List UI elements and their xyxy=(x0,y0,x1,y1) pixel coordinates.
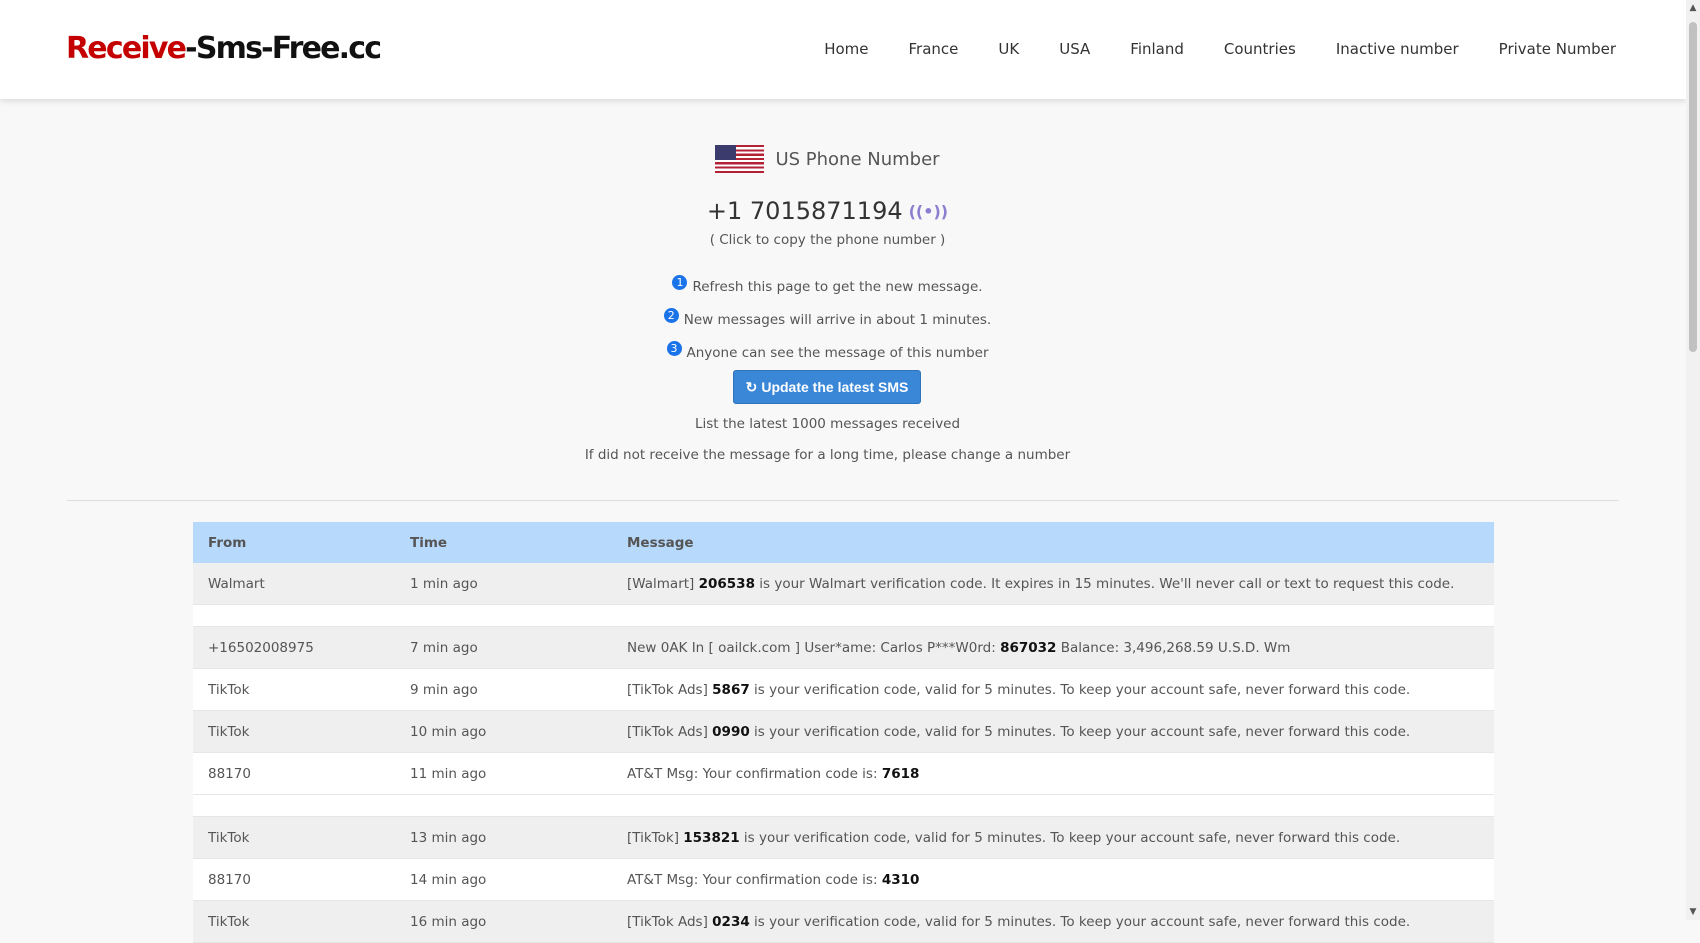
row-time: 14 min ago xyxy=(410,871,487,888)
site-logo[interactable]: Receive-Sms-Free.cc xyxy=(66,31,382,66)
step-text: Anyone can see the message of this numbe… xyxy=(686,344,989,361)
sms-table: From Time Message Walmart 1 min ago [Wal… xyxy=(193,522,1494,943)
row-from: TikTok xyxy=(208,913,250,930)
number-title-row: US Phone Number xyxy=(0,145,1655,173)
row-time: 7 min ago xyxy=(410,639,478,656)
table-row: +16502008975 7 min ago New 0AK In [ oail… xyxy=(193,627,1494,669)
step-number-badge: 3 xyxy=(666,341,682,356)
instruction-steps: 1 Refresh this page to get the new messa… xyxy=(0,270,1655,369)
main-nav: Home France UK USA Finland Countries Ina… xyxy=(784,40,1616,58)
scroll-up-arrow-icon[interactable]: ▲ xyxy=(1689,4,1697,13)
nav-private-number[interactable]: Private Number xyxy=(1499,40,1616,58)
scroll-down-arrow-icon[interactable]: ▼ xyxy=(1689,908,1697,917)
row-from: +16502008975 xyxy=(208,639,314,656)
us-flag-icon xyxy=(715,145,765,173)
update-button-label: Update the latest SMS xyxy=(761,379,909,395)
step-text: Refresh this page to get the new message… xyxy=(692,278,983,295)
table-row: TikTok 16 min ago [TikTok Ads] 0234 is y… xyxy=(193,901,1494,943)
table-row: 88170 11 min ago AT&T Msg: Your confirma… xyxy=(193,753,1494,795)
row-message: [TikTok Ads] 5867 is your verification c… xyxy=(627,681,1411,698)
verification-code[interactable]: 7618 xyxy=(881,765,920,782)
step-number-badge: 1 xyxy=(672,275,688,290)
row-time: 16 min ago xyxy=(410,913,487,930)
row-time: 9 min ago xyxy=(410,681,478,698)
nav-inactive-number[interactable]: Inactive number xyxy=(1336,40,1459,58)
row-time: 11 min ago xyxy=(410,765,487,782)
logo-text-receive: Receive xyxy=(66,31,187,66)
update-latest-sms-button[interactable]: ↻ Update the latest SMS xyxy=(733,370,921,404)
table-spacer xyxy=(193,605,1494,627)
section-divider xyxy=(67,500,1619,501)
table-row: TikTok 9 min ago [TikTok Ads] 5867 is yo… xyxy=(193,669,1494,711)
nav-uk[interactable]: UK xyxy=(998,40,1019,58)
messages-count-info: List the latest 1000 messages received xyxy=(694,416,961,432)
phone-number[interactable]: +1 7015871194 xyxy=(707,197,903,225)
row-from: TikTok xyxy=(208,829,250,846)
top-navbar: Receive-Sms-Free.cc Home France UK USA F… xyxy=(0,0,1686,99)
step-text: New messages will arrive in about 1 minu… xyxy=(683,311,992,328)
verification-code[interactable]: 5867 xyxy=(712,681,750,698)
header-message: Message xyxy=(627,534,694,551)
row-message: AT&T Msg: Your confirmation code is: 431… xyxy=(627,871,920,888)
row-time: 1 min ago xyxy=(410,575,478,592)
nav-usa[interactable]: USA xyxy=(1059,40,1090,58)
step-item: 3 Anyone can see the message of this num… xyxy=(0,336,1655,369)
copy-hint: ( Click to copy the phone number ) xyxy=(709,232,946,248)
verification-code[interactable]: 0234 xyxy=(712,913,750,930)
nav-france[interactable]: France xyxy=(909,40,959,58)
table-row: TikTok 13 min ago [TikTok] 153821 is you… xyxy=(193,817,1494,859)
change-number-info: If did not receive the message for a lon… xyxy=(584,447,1071,463)
verification-code[interactable]: 867032 xyxy=(1000,639,1057,656)
nav-countries[interactable]: Countries xyxy=(1224,40,1296,58)
verification-code[interactable]: 206538 xyxy=(698,575,755,592)
row-from: Walmart xyxy=(208,575,265,592)
nav-finland[interactable]: Finland xyxy=(1130,40,1184,58)
table-row: TikTok 10 min ago [TikTok Ads] 0990 is y… xyxy=(193,711,1494,753)
verification-code[interactable]: 153821 xyxy=(683,829,740,846)
phone-row[interactable]: +1 7015871194 ((•)) xyxy=(0,197,1655,225)
verification-code[interactable]: 0990 xyxy=(712,723,750,740)
row-message: [TikTok] 153821 is your verification cod… xyxy=(627,829,1401,846)
table-row: Walmart 1 min ago [Walmart] 206538 is yo… xyxy=(193,563,1494,605)
scrollbar-thumb[interactable] xyxy=(1689,22,1697,352)
table-row: 88170 14 min ago AT&T Msg: Your confirma… xyxy=(193,859,1494,901)
header-time: Time xyxy=(410,534,448,551)
table-spacer xyxy=(193,795,1494,817)
signal-icon: ((•)) xyxy=(908,201,949,221)
row-message: New 0AK In [ oailck.com ] User*ame: Carl… xyxy=(627,639,1291,656)
header-from: From xyxy=(208,534,247,551)
step-number-badge: 2 xyxy=(663,308,679,323)
row-message: [TikTok Ads] 0234 is your verification c… xyxy=(627,913,1411,930)
step-item: 1 Refresh this page to get the new messa… xyxy=(0,270,1655,303)
nav-home[interactable]: Home xyxy=(824,40,868,58)
logo-text-sms-free: -Sms-Free.cc xyxy=(185,31,382,66)
row-message: [TikTok Ads] 0990 is your verification c… xyxy=(627,723,1411,740)
row-from: 88170 xyxy=(208,871,251,888)
row-time: 10 min ago xyxy=(410,723,487,740)
verification-code[interactable]: 4310 xyxy=(881,871,920,888)
row-time: 13 min ago xyxy=(410,829,487,846)
page-title: US Phone Number xyxy=(775,148,940,170)
row-from: TikTok xyxy=(208,681,250,698)
step-item: 2 New messages will arrive in about 1 mi… xyxy=(0,303,1655,336)
row-from: 88170 xyxy=(208,765,251,782)
row-message: AT&T Msg: Your confirmation code is: 761… xyxy=(627,765,920,782)
table-header: From Time Message xyxy=(193,522,1494,563)
page-scrollbar[interactable]: ▲ ▼ xyxy=(1686,0,1700,920)
row-from: TikTok xyxy=(208,723,250,740)
row-message: [Walmart] 206538 is your Walmart verific… xyxy=(627,575,1455,592)
refresh-icon: ↻ xyxy=(745,378,758,395)
